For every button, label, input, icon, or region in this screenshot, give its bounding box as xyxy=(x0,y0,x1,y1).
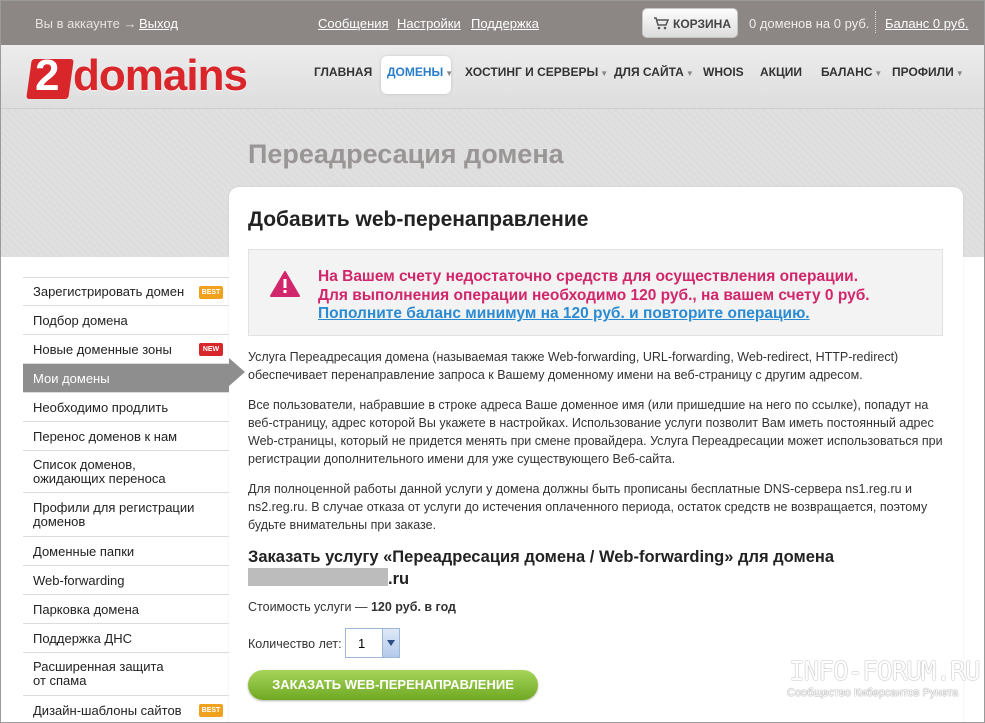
cart-button[interactable]: КОРЗИНА xyxy=(642,8,738,38)
sidebar-item-spam-protection[interactable]: Расширенная защита от спама xyxy=(23,653,229,696)
sidebar-item-new-zones[interactable]: Новые доменные зоны NEW xyxy=(23,335,229,364)
divider xyxy=(875,11,876,33)
error-alert: На Вашем счету недостаточно средств для … xyxy=(248,249,943,336)
nav-domains[interactable]: ДОМЕНЫ ▼ xyxy=(387,65,453,79)
nav-balance[interactable]: БАЛАНС ▼ xyxy=(821,65,882,79)
sidebar-item-templates[interactable]: Дизайн-шаблоны сайтов BEST xyxy=(23,696,229,722)
order-heading-text: Заказать услугу «Переадресация домена / … xyxy=(248,548,835,566)
cart-label: КОРЗИНА xyxy=(673,17,731,31)
nav-whois[interactable]: WHOIS xyxy=(703,65,744,79)
years-select[interactable]: 1 xyxy=(345,628,400,658)
watermark-subtitle: Сообщество Киберсантов Рунета xyxy=(787,687,959,699)
chevron-down-icon: ▼ xyxy=(874,69,883,78)
sidebar-item-register[interactable]: Зарегистрировать домен BEST xyxy=(23,277,229,306)
best-badge: BEST xyxy=(199,704,223,717)
logo-name: domains xyxy=(73,51,248,100)
logo[interactable]: 2 domains xyxy=(26,51,248,101)
owl-icon xyxy=(734,661,778,705)
paragraph-1: Услуга Переадресация домена (называемая … xyxy=(248,350,899,382)
logout-link[interactable]: Выход xyxy=(139,16,178,31)
sidebar-item-parking[interactable]: Парковка домена xyxy=(23,595,229,624)
price-line: Стоимость услуги — 120 руб. в год xyxy=(248,600,456,614)
account-text: Вы в аккаунте → xyxy=(35,16,137,31)
order-heading: Заказать услугу «Переадресация домена / … xyxy=(248,547,948,590)
sidebar-item-pending-transfer[interactable]: Список доменов, ожидающих переноса xyxy=(23,451,229,493)
card-title: Добавить web-перенаправление xyxy=(248,208,589,231)
active-arrow xyxy=(229,358,245,386)
messages-link[interactable]: Сообщения xyxy=(318,16,389,31)
nav-home[interactable]: ГЛАВНАЯ xyxy=(314,65,372,79)
chevron-down-icon: ▼ xyxy=(685,69,694,78)
sidebar-item-transfer[interactable]: Перенос доменов к нам xyxy=(23,422,229,451)
paragraph-2: Все пользователи, набравшие в строке адр… xyxy=(248,398,943,466)
cart-icon xyxy=(654,17,669,30)
chevron-down-icon: ▼ xyxy=(600,69,609,78)
nav-profiles[interactable]: ПРОФИЛИ ▼ xyxy=(892,65,964,79)
alert-line-2: Для выполнения операции необходимо 120 р… xyxy=(318,287,870,304)
nav-promo[interactable]: АКЦИИ xyxy=(760,65,802,79)
support-link[interactable]: Поддержка xyxy=(471,16,539,31)
warning-icon xyxy=(270,271,300,297)
sidebar-item-folders[interactable]: Доменные папки xyxy=(23,537,229,566)
price-label: Стоимость услуги — xyxy=(248,600,368,614)
logo-digit: 2 xyxy=(35,51,60,100)
best-badge: BEST xyxy=(199,286,223,299)
nav-for-site[interactable]: ДЛЯ САЙТА ▼ xyxy=(614,65,694,79)
balance-link[interactable]: Баланс 0 руб. xyxy=(885,16,969,31)
years-value: 1 xyxy=(358,636,366,651)
dropdown-arrow-icon[interactable] xyxy=(382,629,399,657)
price-value: 120 руб. в год xyxy=(370,600,456,614)
sidebar-item-web-forwarding[interactable]: Web-forwarding xyxy=(23,566,229,595)
page-title: Переадресация домена xyxy=(248,139,564,169)
sidebar-item-renew[interactable]: Необходимо продлить xyxy=(23,393,229,422)
masked-domain xyxy=(248,568,388,586)
top-bar: Вы в аккаунте → Выход Сообщения Настройк… xyxy=(1,1,984,45)
sidebar-item-domain-search[interactable]: Подбор домена xyxy=(23,306,229,335)
years-label: Количество лет: xyxy=(248,637,342,651)
domain-suffix: .ru xyxy=(388,570,410,588)
sidebar: Зарегистрировать домен BEST Подбор домена… xyxy=(23,277,229,722)
nav-hosting[interactable]: ХОСТИНГ И СЕРВЕРЫ ▼ xyxy=(465,65,608,79)
sidebar-item-my-domains[interactable]: Мои домены xyxy=(23,364,229,393)
new-badge: NEW xyxy=(199,343,223,356)
sidebar-item-dns-support[interactable]: Поддержка ДНС xyxy=(23,624,229,653)
topup-link[interactable]: Пополните баланс минимум на 120 руб. и п… xyxy=(318,305,810,323)
chevron-down-icon: ▼ xyxy=(955,69,964,78)
page: Вы в аккаунте → Выход Сообщения Настройк… xyxy=(0,0,985,723)
watermark: INFO-FORUM.RU Сообщество Киберсантов Рун… xyxy=(731,653,981,713)
alert-line-1: На Вашем счету недостаточно средств для … xyxy=(318,268,858,285)
cart-status: 0 доменов на 0 руб. xyxy=(749,16,870,31)
paragraph-3: Для полноценной работы данной услуги у д… xyxy=(248,482,928,532)
sidebar-item-profiles[interactable]: Профили для регистрации доменов xyxy=(23,493,229,537)
settings-link[interactable]: Настройки xyxy=(397,16,461,31)
order-button[interactable]: ЗАКАЗАТЬ WEB-ПЕРЕНАПРАВЛЕНИЕ xyxy=(248,670,538,700)
watermark-title: INFO-FORUM.RU xyxy=(789,657,980,687)
chevron-down-icon: ▼ xyxy=(445,69,454,78)
